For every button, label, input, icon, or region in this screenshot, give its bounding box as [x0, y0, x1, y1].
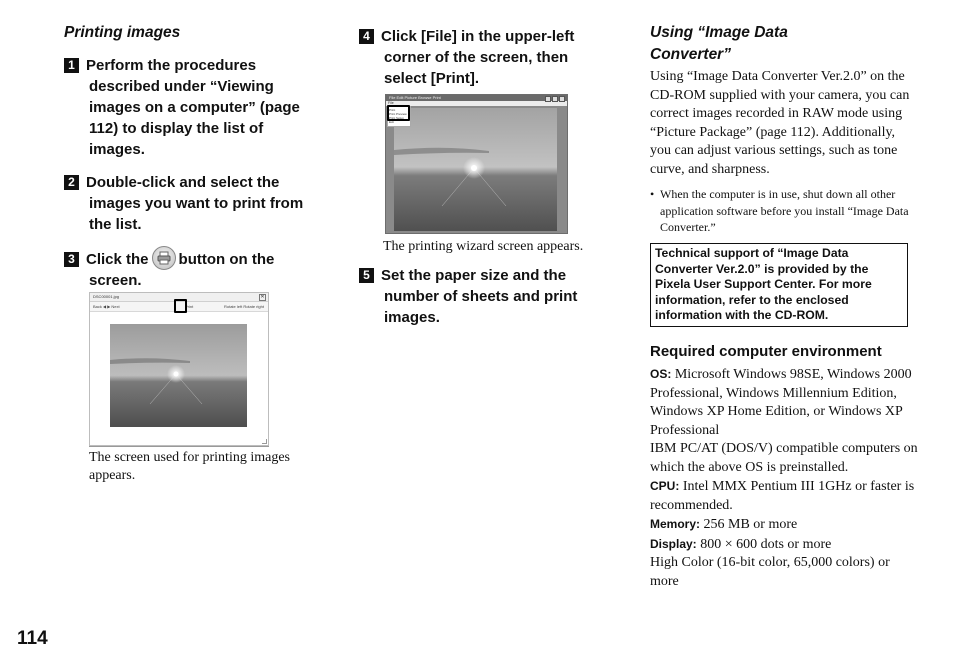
print-button-highlight: [174, 299, 187, 313]
display-value: 800 × 600 dots or more: [700, 536, 832, 552]
step-1-line: images.: [89, 141, 145, 158]
step-1-line: described under “Viewing: [89, 78, 274, 95]
section-title-image-data-converter: Using “Image Data Converter”: [650, 22, 788, 66]
window-titlebar: File Edit Picture Browse Print: [386, 95, 567, 104]
step-5-line: images.: [384, 309, 440, 326]
step-4: 4 Click [File] in the upper-left corner o…: [359, 26, 609, 89]
step-2: 2 Double-click and select the images you …: [64, 172, 334, 235]
os-label: OS:: [650, 367, 672, 381]
step-number-3: 3: [64, 252, 79, 267]
requirement-cpu: CPU: Intel MMX Pentium III 1GHz or faste…: [650, 477, 920, 515]
display-label: Display:: [650, 536, 697, 551]
step-2-line: images you want to print from: [89, 195, 304, 212]
requirements-list: OS: Microsoft Windows 98SE, Windows 2000…: [650, 365, 920, 591]
step-1-line: 112) to display the list of: [89, 120, 264, 137]
bullet-icon: •: [650, 187, 655, 201]
section-title-printing-images: Printing images: [64, 24, 181, 41]
step-4-line: corner of the screen, then: [384, 49, 569, 66]
close-icon: [559, 96, 565, 102]
step-1-line: images on a computer” (page: [89, 99, 300, 116]
requirement-display: Display: 800 × 600 dots or more: [650, 535, 920, 555]
maximize-icon: [552, 96, 558, 102]
menubar-text: File Edit Picture Browse Print: [389, 95, 441, 100]
toolbar-rotate: Rotate left Rotate right: [223, 304, 264, 309]
requirement-display-extra: High Color (16-bit color, 65,000 colors)…: [650, 555, 890, 589]
intro-paragraph: Using “Image Data Converter Ver.2.0” on …: [650, 69, 910, 177]
section-title-line: Converter”: [650, 46, 731, 63]
step-5-line: Set the paper size and the: [381, 267, 567, 284]
sunset-photo: [110, 324, 247, 427]
requirements-title: Required computer environment: [650, 343, 882, 360]
caption-print-screen: The screen used for printing images appe…: [89, 450, 290, 483]
window-title: DSC00001.jpg: [93, 294, 120, 299]
memory-value: 256 MB or more: [703, 517, 798, 532]
os-value: Microsoft Windows 98SE, Windows 2000 Pro…: [650, 367, 912, 438]
sunset-photo: [394, 108, 557, 231]
step-2-line: the list.: [89, 216, 142, 233]
minimize-icon: [545, 96, 551, 102]
step-number-2: 2: [64, 175, 79, 190]
step-2-line: Double-click and select the: [86, 174, 280, 191]
print-screen-screenshot: DSC00001.jpg ✕ Back ◀ ▶ Next Print Rotat…: [89, 292, 269, 446]
step-4-line: select [Print].: [384, 70, 480, 87]
note-text: When the computer is in use, shut down a…: [660, 187, 909, 234]
step-1: 1 Perform the procedures described under …: [64, 55, 334, 160]
step-3-text-before: Click the: [86, 251, 149, 268]
printer-icon: [151, 246, 176, 270]
toolbar-nav: Back ◀ ▶ Next: [93, 304, 120, 309]
section-title-line: Using “Image Data: [650, 24, 788, 41]
step-1-line: Perform the procedures: [86, 57, 257, 74]
menu-file: File: [386, 101, 567, 106]
requirement-memory: Memory: 256 MB or more: [650, 515, 920, 535]
cpu-label: CPU:: [650, 479, 680, 493]
window-buttons: [544, 96, 565, 104]
step-number-1: 1: [64, 58, 79, 73]
caption-printing-wizard: The printing wizard screen appears.: [383, 239, 584, 254]
close-icon: ✕: [259, 294, 266, 301]
step-5: 5 Set the paper size and the number of sh…: [359, 265, 609, 328]
step-3: 3 Click the button on the screen.: [64, 246, 334, 291]
page-number: 114: [17, 628, 48, 649]
note-bullet: • When the computer is in use, shut down…: [650, 186, 910, 236]
technical-support-box: Technical support of “Image Data Convert…: [650, 243, 908, 327]
step-number-5: 5: [359, 268, 374, 283]
step-3-text-after: button on the: [178, 251, 275, 268]
requirement-os: OS: Microsoft Windows 98SE, Windows 2000…: [650, 365, 920, 440]
step-4-line: Click [File] in the upper-left: [381, 28, 575, 45]
memory-label: Memory:: [650, 517, 701, 531]
file-menu-screenshot: File Edit Picture Browse Print File Prin…: [385, 94, 568, 234]
step-5-line: number of sheets and print: [384, 288, 578, 305]
requirement-os-extra: IBM PC/AT (DOS/V) compatible computers o…: [650, 441, 918, 475]
step-3-line: screen.: [89, 272, 142, 289]
step-number-4: 4: [359, 29, 374, 44]
print-menu-highlight: [387, 105, 410, 121]
resize-grip: [262, 439, 267, 444]
cpu-value: Intel MMX Pentium III 1GHz or faster is …: [650, 479, 915, 513]
